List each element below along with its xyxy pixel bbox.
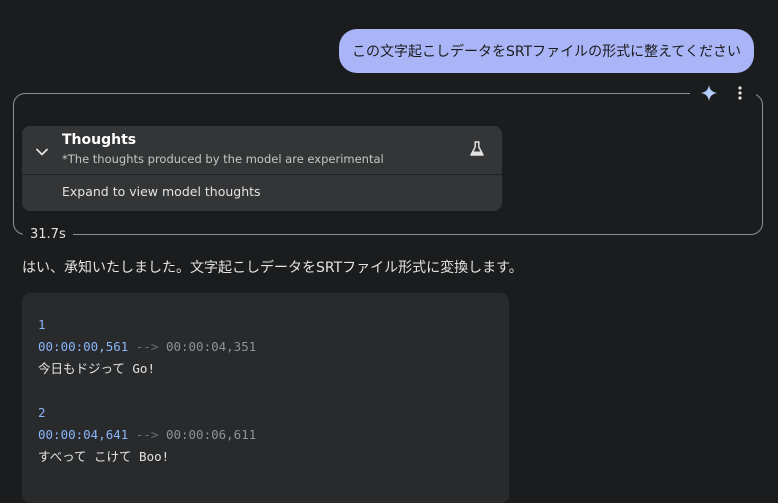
srt-entry-2-index: 2 — [38, 402, 256, 424]
srt-end-time: 00:00:06,611 — [165, 427, 257, 442]
srt-start-time: 00:00:00,561 — [38, 339, 129, 354]
srt-index: 1 — [38, 317, 46, 332]
srt-entry-2-text: すべって こけて Boo! — [38, 449, 170, 464]
thoughts-header[interactable]: Thoughts *The thoughts produced by the m… — [22, 126, 502, 174]
srt-start-time: 00:00:04,641 — [38, 427, 129, 442]
user-message-bubble: この文字起こしデータをSRTファイルの形式に整えてください — [338, 29, 754, 73]
code-content: 1 00:00:00,561 --> 00:00:04,351 今日もドジって … — [38, 314, 256, 468]
srt-entry-1-text: 今日もドジって Go! — [38, 361, 155, 376]
response-toolbar — [690, 82, 756, 104]
srt-arrow: --> — [135, 339, 159, 354]
code-block: 1 00:00:00,561 --> 00:00:04,351 今日もドジって … — [22, 293, 509, 503]
thoughts-divider — [22, 174, 502, 175]
flask-icon — [470, 141, 484, 156]
sparkle-icon — [700, 84, 718, 102]
srt-index: 2 — [38, 405, 46, 420]
chevron-down-icon[interactable] — [35, 145, 49, 159]
model-reply-text: はい、承知いたしました。文字起こしデータをSRTファイル形式に変換します。 — [22, 260, 523, 276]
thoughts-subtitle: *The thoughts produced by the model are … — [62, 152, 384, 166]
srt-end-time: 00:00:04,351 — [165, 339, 257, 354]
srt-arrow: --> — [135, 427, 159, 442]
elapsed-time: 31.7s — [23, 225, 73, 245]
expand-thoughts-link[interactable]: Expand to view model thoughts — [62, 184, 261, 199]
more-vert-icon[interactable] — [732, 85, 748, 101]
user-message-text: この文字起こしデータをSRTファイルの形式に整えてください — [351, 44, 741, 60]
srt-entry-1-index: 1 — [38, 314, 256, 336]
srt-entry-2-timing: 00:00:04,641 --> 00:00:06,611 — [38, 424, 256, 446]
thoughts-panel[interactable]: Thoughts *The thoughts produced by the m… — [22, 126, 502, 211]
srt-entry-1-timing: 00:00:00,561 --> 00:00:04,351 — [38, 336, 256, 358]
thoughts-title: Thoughts — [62, 132, 137, 148]
